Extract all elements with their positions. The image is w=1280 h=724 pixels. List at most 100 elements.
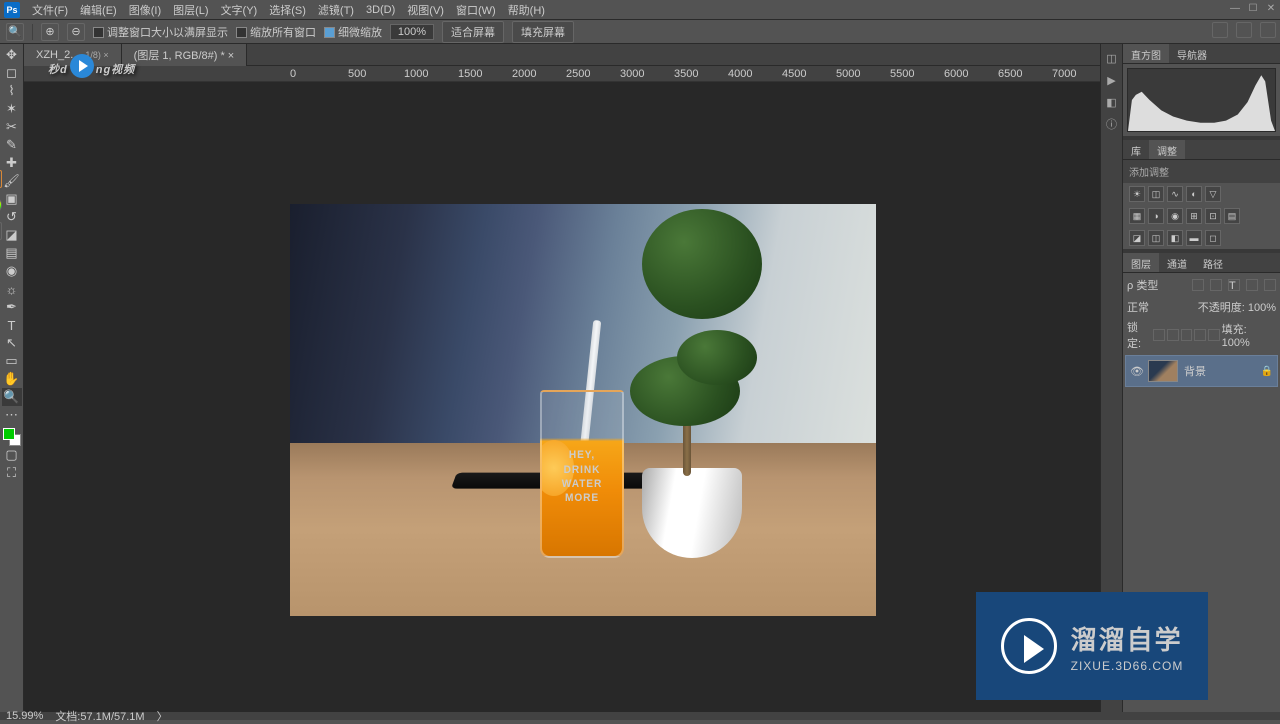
adj-curves-icon[interactable]: ∿ — [1167, 186, 1183, 202]
tab-libraries[interactable]: 库 — [1123, 140, 1149, 159]
adj-lut-icon[interactable]: ⊡ — [1205, 208, 1221, 224]
resize-window-checkbox[interactable]: 调整窗口大小以满屏显示 — [93, 24, 228, 40]
fill-screen-button[interactable]: 填充屏幕 — [512, 21, 574, 43]
quick-select-tool[interactable]: ✶ — [2, 100, 22, 118]
adj-selective-icon[interactable]: ◻ — [1205, 230, 1221, 246]
adj-threshold-icon[interactable]: ◧ — [1167, 230, 1183, 246]
marquee-tool[interactable]: ◻ — [2, 64, 22, 82]
zoom-all-checkbox[interactable]: 缩放所有窗口 — [236, 24, 316, 40]
zoom-level-field[interactable]: 100% — [390, 24, 434, 40]
fill-field[interactable]: 100% — [1222, 337, 1250, 349]
lasso-tool[interactable]: ⌇ — [2, 82, 22, 100]
zoom-tool-icon[interactable]: 🔍 — [6, 23, 24, 41]
menu-file[interactable]: 文件(F) — [26, 2, 74, 18]
adj-photo-filter-icon[interactable]: ◉ — [1167, 208, 1183, 224]
close-button[interactable]: ✕ — [1262, 0, 1280, 16]
tab-channels[interactable]: 通道 — [1159, 253, 1195, 272]
lock-pixels-icon[interactable] — [1167, 329, 1179, 341]
zoom-tool[interactable]: 🔍 — [2, 388, 22, 406]
pen-tool[interactable]: ✒ — [2, 298, 22, 316]
gradient-tool[interactable]: ▤ — [2, 244, 22, 262]
type-tool[interactable]: T — [2, 316, 22, 334]
adj-exposure-icon[interactable]: ◐ — [1186, 186, 1202, 202]
watermark-title: 溜溜自学 — [1071, 620, 1184, 657]
lock-transparent-icon[interactable] — [1153, 329, 1165, 341]
canvas-viewport[interactable]: HEY, DRINK WATER MORE — [24, 82, 1100, 712]
tab-navigator[interactable]: 导航器 — [1169, 44, 1215, 63]
tab-histogram[interactable]: 直方图 — [1123, 44, 1169, 63]
move-tool[interactable]: ✥ — [2, 46, 22, 64]
menu-layer[interactable]: 图层(L) — [167, 2, 214, 18]
menu-help[interactable]: 帮助(H) — [502, 2, 551, 18]
fit-screen-button[interactable]: 适合屏幕 — [442, 21, 504, 43]
adj-channel-mixer-icon[interactable]: ⊞ — [1186, 208, 1202, 224]
mask-icon[interactable] — [0, 222, 2, 240]
eyedropper-tool[interactable]: ✎ — [2, 136, 22, 154]
menu-filter[interactable]: 滤镜(T) — [312, 2, 360, 18]
color-swatch[interactable] — [3, 428, 21, 446]
menu-view[interactable]: 视图(V) — [401, 2, 450, 18]
tab-paths[interactable]: 路径 — [1195, 253, 1231, 272]
filter-adj-icon[interactable] — [1210, 279, 1222, 291]
menu-select[interactable]: 选择(S) — [263, 2, 312, 18]
dock-icon-1[interactable]: ◫ — [1104, 50, 1120, 66]
adj-gradient-map-icon[interactable]: ▬ — [1186, 230, 1202, 246]
menu-edit[interactable]: 编辑(E) — [74, 2, 123, 18]
quick-mask-tool[interactable]: ▢ — [2, 446, 22, 464]
layer-background[interactable]: 👁 背景 🔒 — [1125, 355, 1278, 387]
adj-invert-icon[interactable]: ◪ — [1129, 230, 1145, 246]
lock-icon: 🔒 — [1261, 366, 1273, 377]
scrubby-zoom-checkbox[interactable]: 细微缩放 — [324, 24, 382, 40]
filter-type-icon[interactable]: T — [1228, 279, 1240, 291]
dodge-tool[interactable]: ☼ — [2, 280, 22, 298]
adj-vibrance-icon[interactable]: ▽ — [1205, 186, 1221, 202]
dock-icon-2[interactable]: ▶ — [1104, 72, 1120, 88]
zoom-in-icon[interactable]: ⊕ — [41, 23, 59, 41]
visibility-icon[interactable]: 👁 — [1130, 365, 1142, 378]
menu-3d[interactable]: 3D(D) — [360, 4, 401, 16]
workspace-icon[interactable] — [1236, 22, 1252, 38]
filter-pixel-icon[interactable] — [1192, 279, 1204, 291]
adj-bw-icon[interactable]: ◑ — [1148, 208, 1164, 224]
layer-filter-kind[interactable]: ρ 类型 — [1127, 277, 1158, 293]
lock-all-icon[interactable] — [1208, 329, 1220, 341]
color-wheel-icon[interactable] — [0, 196, 2, 214]
share-icon[interactable] — [1260, 22, 1276, 38]
blur-tool[interactable]: ◉ — [2, 262, 22, 280]
adj-levels-icon[interactable]: ◫ — [1148, 186, 1164, 202]
hand-tool[interactable]: ✋ — [2, 370, 22, 388]
adj-poster-icon[interactable]: ◫ — [1148, 230, 1164, 246]
filter-shape-icon[interactable] — [1246, 279, 1258, 291]
status-zoom[interactable]: 15.99% — [6, 710, 43, 722]
adj-hue-icon[interactable]: ▦ — [1129, 208, 1145, 224]
document-tab-2[interactable]: (图层 1, RGB/8#) * × — [122, 44, 248, 66]
path-tool[interactable]: ↖ — [2, 334, 22, 352]
dock-icon-3[interactable]: ◧ — [1104, 94, 1120, 110]
adjustment-row-3: ◪◫◧▬◻ — [1123, 227, 1280, 249]
tab-layers[interactable]: 图层 — [1123, 253, 1159, 272]
reject-icon[interactable]: ✕ — [0, 170, 2, 188]
adj-more-icon[interactable]: ▤ — [1224, 208, 1240, 224]
menu-image[interactable]: 图像(I) — [123, 2, 167, 18]
edit-toolbar[interactable]: ⋯ — [2, 406, 22, 424]
lock-artboard-icon[interactable] — [1194, 329, 1206, 341]
histogram — [1127, 68, 1276, 132]
screen-mode-tool[interactable]: ⛶ — [2, 464, 22, 482]
layer-thumbnail[interactable] — [1148, 360, 1178, 382]
menu-type[interactable]: 文字(Y) — [215, 2, 264, 18]
opacity-field[interactable]: 100% — [1248, 302, 1276, 314]
shape-tool[interactable]: ▭ — [2, 352, 22, 370]
search-icon[interactable] — [1212, 22, 1228, 38]
status-doc-size[interactable]: 文档:57.1M/57.1M — [55, 708, 144, 724]
maximize-button[interactable]: ☐ — [1244, 0, 1262, 16]
menu-window[interactable]: 窗口(W) — [450, 2, 502, 18]
blend-mode-select[interactable]: 正常 — [1127, 299, 1149, 315]
crop-tool[interactable]: ✂ — [2, 118, 22, 136]
tab-adjustments[interactable]: 调整 — [1149, 140, 1185, 159]
minimize-button[interactable]: — — [1226, 0, 1244, 16]
zoom-out-icon[interactable]: ⊖ — [67, 23, 85, 41]
lock-position-icon[interactable] — [1181, 329, 1193, 341]
adj-brightness-icon[interactable]: ☀ — [1129, 186, 1145, 202]
dock-icon-4[interactable]: ⓘ — [1104, 116, 1120, 132]
filter-smart-icon[interactable] — [1264, 279, 1276, 291]
